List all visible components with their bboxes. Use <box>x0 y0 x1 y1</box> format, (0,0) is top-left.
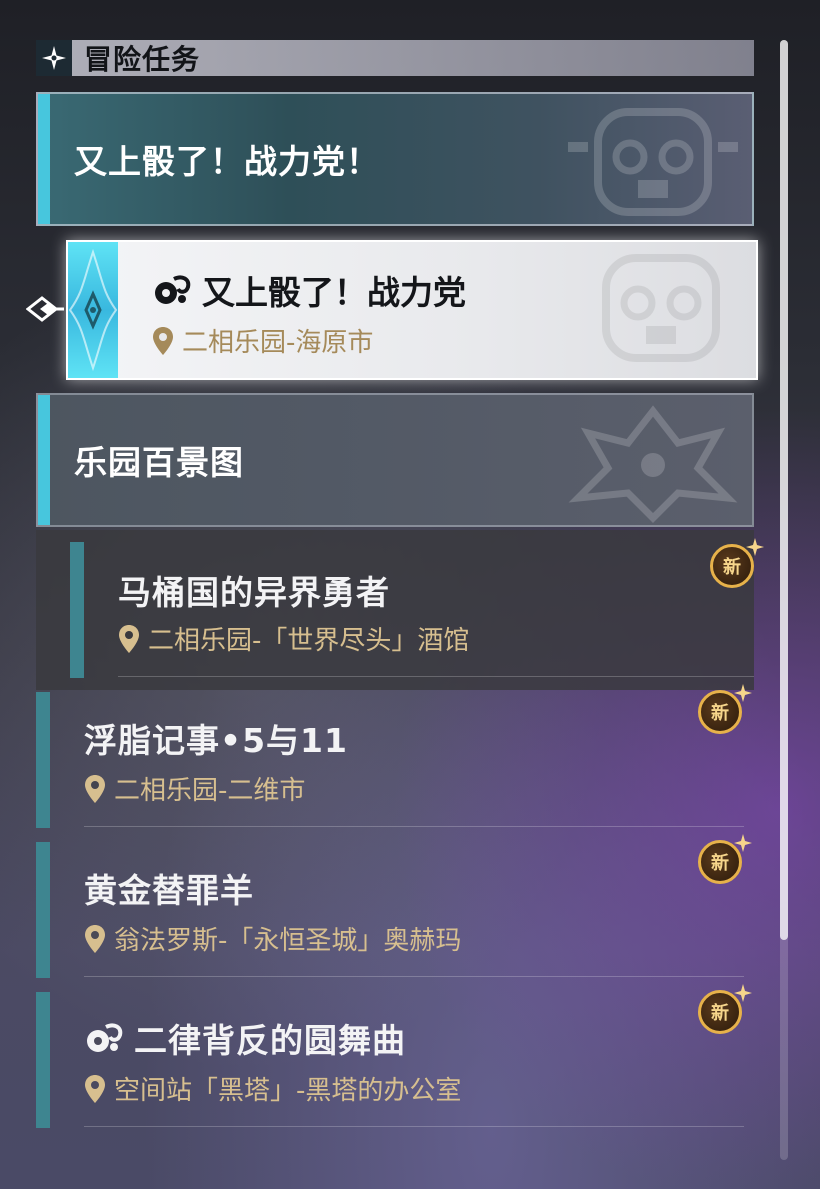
new-badge: 新 <box>706 538 764 590</box>
selected-quest-location-text: 二相乐园-海原市 <box>182 328 374 358</box>
quest-title-text: 二律背反的圆舞曲 <box>134 1021 406 1060</box>
quest-title: 马桶国的异界勇者 <box>118 566 390 614</box>
quest-location: 空间站「黑塔」-黑塔的办公室 <box>84 1070 461 1107</box>
mascot-emblem-icon <box>602 254 720 362</box>
section-title: 冒险任务 <box>84 43 201 76</box>
category-paradise-panorama[interactable]: 乐园百景图 <box>36 393 754 527</box>
quest-title: 二律背反的圆舞曲 <box>84 1014 406 1062</box>
category-label: 乐园百景图 <box>74 443 244 482</box>
location-pin-icon <box>85 1074 105 1103</box>
quest-divider <box>84 1126 744 1127</box>
location-pin-icon <box>85 774 105 803</box>
selected-quest-title: 又上骰了！战力党 <box>152 266 466 314</box>
category-mission-dice[interactable]: 又上骰了！战力党！ <box>36 92 754 226</box>
quest-location-text: 二相乐园-二维市 <box>114 776 306 806</box>
quest-item[interactable]: 二律背反的圆舞曲 空间站「黑塔」-黑塔的办公室 新 <box>36 984 754 1142</box>
quest-title-text: 黄金替罪羊 <box>84 871 254 910</box>
quest-item[interactable]: 黄金替罪羊 翁法罗斯-「永恒圣城」奥赫玛 新 <box>36 834 754 992</box>
quest-divider <box>118 676 754 677</box>
dragon-emblem-icon <box>568 405 738 523</box>
elation-path-icon <box>87 1023 123 1052</box>
quest-accent <box>36 842 50 978</box>
quest-title: 黄金替罪羊 <box>84 864 254 912</box>
quest-divider <box>84 976 744 977</box>
mascot-emblem-icon <box>568 108 738 216</box>
new-badge: 新 <box>694 684 752 736</box>
quest-item[interactable]: 浮脂记事•5与11 二相乐园-二维市 新 <box>36 684 754 842</box>
four-point-star-icon <box>36 40 72 76</box>
quest-divider <box>84 826 744 827</box>
sparkle-icon <box>734 984 752 1002</box>
quest-location: 二相乐园-二维市 <box>84 770 305 807</box>
quest-location-text: 二相乐园-「世界尽头」酒馆 <box>148 626 470 656</box>
scrollbar-thumb[interactable] <box>780 40 788 940</box>
quest-accent <box>70 542 84 678</box>
diamond-star-icon <box>68 248 118 372</box>
selected-quest-title-text: 又上骰了！战力党 <box>202 273 466 312</box>
quest-location-text: 翁法罗斯-「永恒圣城」奥赫玛 <box>114 926 462 956</box>
crystal-decoration <box>68 242 118 378</box>
selected-quest-location: 二相乐园-海原市 <box>152 322 373 359</box>
sparkle-icon <box>734 684 752 702</box>
quest-title-text: 马桶国的异界勇者 <box>118 573 390 612</box>
quest-accent <box>36 992 50 1128</box>
selection-pointer-icon <box>26 296 64 322</box>
quest-location: 翁法罗斯-「永恒圣城」奥赫玛 <box>84 920 461 957</box>
location-pin-icon <box>119 624 139 653</box>
elation-path-icon <box>155 275 191 304</box>
quest-accent <box>36 692 50 828</box>
quest-item[interactable]: 马桶国的异界勇者 二相乐园-「世界尽头」酒馆 新 <box>36 530 764 690</box>
sparkle-icon <box>734 834 752 852</box>
section-header: 冒险任务 <box>36 40 754 76</box>
location-pin-icon <box>85 924 105 953</box>
quest-title: 浮脂记事•5与11 <box>84 714 348 762</box>
category-accent <box>38 395 50 525</box>
location-pin-icon <box>153 326 173 355</box>
quest-location: 二相乐园-「世界尽头」酒馆 <box>118 620 469 657</box>
category-label: 又上骰了！战力党！ <box>74 142 380 181</box>
quest-title-text: 浮脂记事•5与11 <box>84 721 348 760</box>
new-badge: 新 <box>694 834 752 886</box>
selected-quest-card[interactable]: 又上骰了！战力党 二相乐园-海原市 <box>66 240 758 380</box>
category-accent <box>38 94 50 224</box>
sparkle-icon <box>746 538 764 556</box>
new-badge: 新 <box>694 984 752 1036</box>
quest-location-text: 空间站「黑塔」-黑塔的办公室 <box>114 1076 462 1106</box>
